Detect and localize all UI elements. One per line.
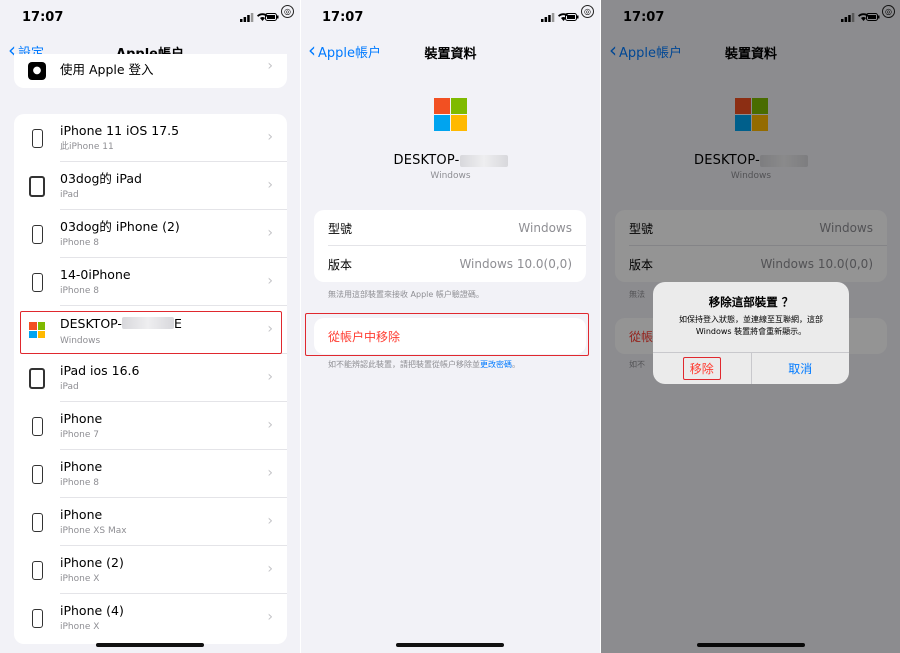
iphone-icon (14, 272, 60, 292)
device-name: iPhone 11 iOS 17.5 (60, 122, 180, 138)
device-header: DESKTOP- Windows (300, 98, 601, 181)
ipad-icon (14, 367, 60, 389)
device-row[interactable]: 14-0iPhone iPhone 8 › (14, 258, 287, 306)
chevron-right-icon: › (267, 609, 273, 625)
iphone-icon (14, 128, 60, 148)
model-row: 型號 Windows (314, 210, 586, 246)
device-row[interactable]: iPhone (4) iPhone X › (14, 594, 287, 642)
device-name: iPhone (60, 506, 103, 522)
chevron-right-icon: › (267, 225, 273, 241)
device-model: 此iPhone 11 (60, 141, 114, 152)
model-value: Windows (518, 221, 572, 235)
chevron-right-icon: › (267, 417, 273, 433)
device-model: iPhone XS Max (60, 525, 127, 536)
confirm-remove-button[interactable]: 移除 (653, 353, 752, 384)
device-row[interactable]: iPhone (2) iPhone X › (14, 546, 287, 594)
device-name: iPad ios 16.6 (60, 362, 140, 378)
version-label: 版本 (328, 257, 353, 272)
panel-device-info: 17:07 ◎ ‹ Apple帳户 裝置資料 DESKTOP- Windows … (300, 0, 601, 653)
iphone-icon (14, 464, 60, 484)
verification-note: 無法用這部裝置來接收 Apple 帳户驗證碼。 (328, 290, 484, 299)
iphone-icon (14, 416, 60, 436)
device-row[interactable]: iPhone iPhone XS Max › (14, 498, 287, 546)
device-name: iPhone (2) (60, 554, 124, 570)
status-bar: 17:07 ◎ (300, 0, 601, 36)
battery-icon (565, 13, 579, 21)
home-indicator (96, 643, 204, 647)
device-model: iPhone X (60, 573, 100, 584)
device-name: DESKTOP- (300, 153, 601, 168)
device-model: iPad (60, 189, 79, 200)
version-row: 版本 Windows 10.0(0,0) (314, 246, 586, 282)
device-row[interactable]: iPad ios 16.6 iPad › (14, 354, 287, 402)
cellular-signal-icon (240, 13, 254, 22)
panel-divider (600, 0, 601, 653)
device-model: iPhone 7 (60, 429, 99, 440)
sign-in-with-apple-label: 使用 Apple 登入 (60, 62, 154, 77)
device-type: Windows (430, 171, 471, 181)
model-label: 型號 (328, 221, 353, 236)
device-row[interactable]: iPhone 11 iOS 17.5 此iPhone 11 › (14, 114, 287, 162)
panel-remove-confirm: 17:07 ◎ ‹ Apple帳户 裝置資料 DESKTOP- Windows … (601, 0, 900, 653)
chevron-right-icon: › (267, 177, 273, 193)
iphone-icon (14, 224, 60, 244)
highlight-box (20, 311, 282, 354)
device-row[interactable]: iPhone iPhone 7 › (14, 402, 287, 450)
version-value: Windows 10.0(0,0) (459, 257, 572, 271)
chevron-right-icon: › (267, 561, 273, 577)
status-time: 17:07 (22, 10, 64, 25)
device-info-card: 型號 Windows 版本 Windows 10.0(0,0) (314, 210, 586, 282)
device-model: iPhone 8 (60, 477, 99, 488)
redacted-text (459, 154, 508, 167)
chevron-right-icon: › (267, 129, 273, 145)
chevron-right-icon: › (267, 58, 273, 74)
apple-icon: ● (14, 62, 60, 80)
panel-divider (300, 0, 301, 653)
screen-record-icon: ◎ (281, 5, 294, 18)
sign-in-with-apple-row[interactable]: ● 使用 Apple 登入 › (14, 54, 287, 88)
chevron-right-icon: › (267, 273, 273, 289)
device-model: iPad (60, 381, 79, 392)
device-list: iPhone 11 iOS 17.5 此iPhone 11 › 03dog的 iPad… (14, 114, 287, 644)
alert-title: 移除這部裝置 ？ (708, 295, 794, 309)
iphone-icon (14, 512, 60, 532)
confirm-remove-label: 移除 (682, 357, 721, 380)
screen-record-icon: ◎ (581, 5, 594, 18)
windows-logo-icon (434, 98, 467, 131)
device-name: 03dog的 iPhone (2) (60, 218, 180, 234)
ipad-icon (14, 175, 60, 197)
chevron-right-icon: › (267, 465, 273, 481)
device-name: iPhone (60, 410, 103, 426)
device-row[interactable]: iPhone iPhone 8 › (14, 450, 287, 498)
unrecognized-device-note: 如不能辨認此裝置，請把裝置從帳户移除並更改密碼。 (328, 360, 520, 369)
device-name: iPhone (4) (60, 602, 124, 618)
cellular-signal-icon (541, 13, 555, 22)
alert-buttons: 移除 取消 (653, 352, 849, 384)
device-name: 03dog的 iPad (60, 170, 142, 186)
iphone-icon (14, 608, 60, 628)
device-name: 14-0iPhone (60, 266, 131, 282)
highlight-box (305, 313, 589, 356)
change-password-link[interactable]: 更改密碼 (480, 360, 512, 369)
sign-in-with-apple-card: ● 使用 Apple 登入 › (14, 54, 287, 88)
iphone-icon (14, 560, 60, 580)
device-model: iPhone X (60, 621, 100, 632)
home-indicator (396, 643, 504, 647)
alert-message: 如保持登入狀態，並連線至互聯網，這部 Windows 裝置將會重新顯示。 (679, 315, 823, 336)
panel-apple-account: 17:07 ◎ ‹ 設定 Apple帳户 ● 使用 Apple 登入 › iPh… (0, 0, 300, 653)
status-time: 17:07 (322, 10, 364, 25)
device-model: iPhone 8 (60, 285, 99, 296)
battery-icon (265, 13, 279, 21)
cancel-button[interactable]: 取消 (752, 353, 850, 384)
chevron-right-icon: › (267, 513, 273, 529)
status-bar: 17:07 ◎ (0, 0, 300, 36)
device-model: iPhone 8 (60, 237, 99, 248)
chevron-right-icon: › (267, 369, 273, 385)
remove-device-alert: 移除這部裝置 ？ 如保持登入狀態，並連線至互聯網，這部 Windows 裝置將會… (653, 282, 849, 384)
device-row[interactable]: 03dog的 iPad iPad › (14, 162, 287, 210)
page-title: 裝置資料 (424, 47, 477, 62)
device-row[interactable]: 03dog的 iPhone (2) iPhone 8 › (14, 210, 287, 258)
nav-bar: ‹ Apple帳户 裝置資料 (300, 36, 601, 66)
device-name: iPhone (60, 458, 103, 474)
